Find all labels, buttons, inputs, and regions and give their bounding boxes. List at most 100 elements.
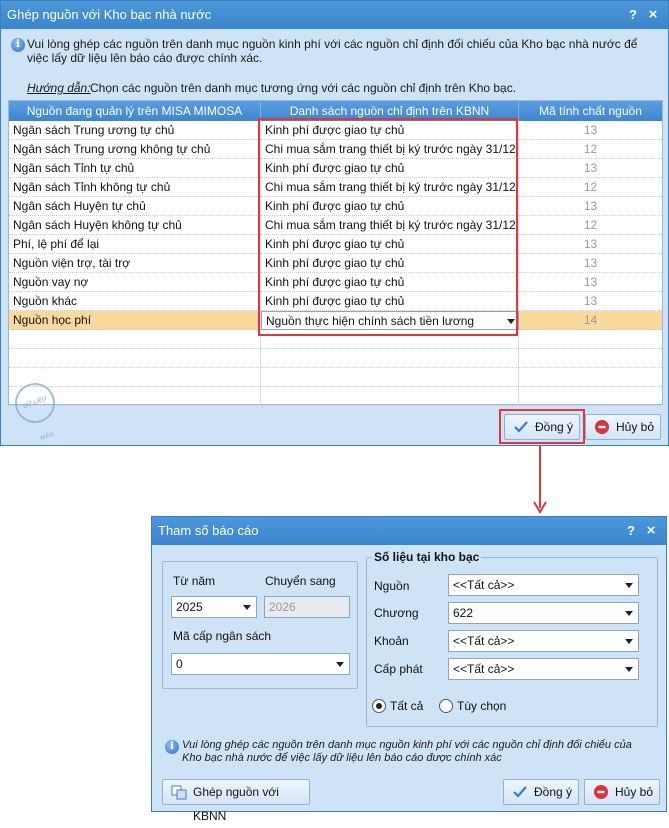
radio-all[interactable] bbox=[372, 699, 386, 713]
carry-over-field: 2026 bbox=[264, 596, 350, 618]
code-cell: 13 bbox=[519, 159, 662, 178]
allocation-label: Cấp phát bbox=[374, 662, 423, 676]
chevron-down-icon[interactable] bbox=[243, 605, 251, 610]
cancel-label: Hủy bỏ bbox=[615, 785, 654, 799]
cancel-button[interactable]: Hủy bỏ bbox=[585, 414, 661, 440]
report-params-dialog: Tham số báo cáo ? × Từ năm Chuyển sang 2… bbox=[151, 516, 667, 823]
dialog2-titlebar: Tham số báo cáo ? × bbox=[152, 517, 666, 545]
match-kbnn-button[interactable]: Ghép nguồn với KBNN bbox=[162, 779, 310, 823]
empty-table-row bbox=[9, 368, 662, 387]
close-icon[interactable]: × bbox=[642, 517, 660, 545]
highlight-box-ok-button bbox=[499, 409, 585, 444]
code-cell: 13 bbox=[519, 235, 662, 254]
source-cell: Ngân sách Huyện tự chủ bbox=[9, 197, 261, 216]
chevron-down-icon[interactable] bbox=[625, 611, 633, 616]
item-label: Khoản bbox=[374, 634, 409, 648]
chapter-value: 622 bbox=[453, 606, 474, 620]
code-cell: 13 bbox=[519, 273, 662, 292]
code-cell: 12 bbox=[519, 140, 662, 159]
empty-cell bbox=[9, 330, 261, 349]
empty-cell bbox=[9, 368, 261, 387]
radio-custom-label: Tùy chọn bbox=[457, 699, 507, 713]
empty-cell bbox=[519, 330, 662, 349]
empty-cell bbox=[261, 387, 519, 406]
info-message: Vui lòng ghép các nguồn trên danh mục ng… bbox=[182, 739, 632, 764]
source-cell: Ngân sách Tỉnh tự chủ bbox=[9, 159, 261, 178]
source-value: <<Tất cả>> bbox=[453, 578, 515, 592]
from-year-value: 2025 bbox=[176, 600, 203, 614]
item-select[interactable]: <<Tất cả>> bbox=[448, 630, 639, 652]
empty-cell bbox=[9, 349, 261, 368]
cancel-button[interactable]: Hủy bỏ bbox=[584, 779, 660, 805]
dialog-titlebar: Ghép nguồn với Kho bạc nhà nước ? × bbox=[1, 1, 668, 29]
radio-custom[interactable] bbox=[439, 699, 453, 713]
item-value: <<Tất cả>> bbox=[453, 634, 515, 648]
code-cell: 13 bbox=[519, 197, 662, 216]
allocation-value: <<Tất cả>> bbox=[453, 662, 515, 676]
chapter-label: Chương bbox=[374, 606, 419, 620]
source-cell: Nguồn học phí bbox=[9, 311, 261, 330]
from-year-select[interactable]: 2025 bbox=[171, 596, 257, 618]
code-cell: 12 bbox=[519, 178, 662, 197]
cancel-icon bbox=[595, 420, 609, 434]
chevron-down-icon[interactable] bbox=[625, 667, 633, 672]
source-select[interactable]: <<Tất cả>> bbox=[448, 574, 639, 596]
highlight-box-kbnn-column bbox=[258, 118, 518, 336]
source-cell: Ngân sách Huyện không tự chủ bbox=[9, 216, 261, 235]
chapter-select[interactable]: 622 bbox=[448, 602, 639, 624]
empty-cell bbox=[261, 349, 519, 368]
code-cell: 13 bbox=[519, 292, 662, 311]
source-cell: Nguồn khác bbox=[9, 292, 261, 311]
source-cell: Nguồn vay nợ bbox=[9, 273, 261, 292]
close-icon[interactable]: × bbox=[644, 1, 662, 29]
chevron-down-icon[interactable] bbox=[336, 662, 344, 667]
info-icon: i bbox=[11, 38, 25, 52]
flow-arrow bbox=[533, 446, 547, 514]
ok-label: Đồng ý bbox=[534, 785, 573, 799]
from-year-label: Từ năm bbox=[173, 574, 216, 588]
source-cell: Ngân sách Trung ương không tự chủ bbox=[9, 140, 261, 159]
source-cell: Nguồn viện trợ, tài trợ bbox=[9, 254, 261, 273]
cancel-label: Hủy bỏ bbox=[616, 420, 655, 434]
checkmark-icon bbox=[513, 786, 527, 798]
budget-level-select[interactable]: 0 bbox=[171, 653, 350, 675]
empty-cell bbox=[261, 368, 519, 387]
empty-table-row bbox=[9, 349, 662, 368]
dialog2-title: Tham số báo cáo bbox=[158, 523, 259, 538]
empty-table-row bbox=[9, 387, 662, 406]
code-cell: 12 bbox=[519, 216, 662, 235]
help-icon[interactable]: ? bbox=[624, 1, 642, 29]
budget-level-label: Mã cấp ngân sách bbox=[173, 629, 272, 643]
match-kbnn-label: Ghép nguồn với KBNN bbox=[193, 785, 279, 823]
budget-level-value: 0 bbox=[176, 657, 183, 671]
guide-text: Chọn các nguồn trên danh mục tương ứng v… bbox=[90, 81, 517, 95]
source-cell: Phí, lệ phí để lại bbox=[9, 235, 261, 254]
empty-cell bbox=[519, 368, 662, 387]
chevron-down-icon[interactable] bbox=[625, 583, 633, 588]
info-icon: i bbox=[165, 740, 179, 754]
column-header-source[interactable]: Nguồn đang quản lý trên MISA MIMOSA bbox=[9, 101, 261, 121]
source-cell: Ngân sách Tỉnh không tự chủ bbox=[9, 178, 261, 197]
ok-button[interactable]: Đồng ý bbox=[503, 779, 579, 805]
empty-cell bbox=[519, 349, 662, 368]
dialog-title: Ghép nguồn với Kho bạc nhà nước bbox=[7, 7, 212, 22]
radio-all-label: Tất cả bbox=[390, 699, 424, 713]
cancel-icon bbox=[594, 785, 608, 799]
chevron-down-icon[interactable] bbox=[625, 639, 633, 644]
column-header-code[interactable]: Mã tính chất nguồn bbox=[519, 101, 662, 121]
code-cell: 13 bbox=[519, 254, 662, 273]
source-cell: Ngân sách Trung ương tự chủ bbox=[9, 121, 261, 140]
guide-label: Hướng dẫn: bbox=[27, 81, 91, 95]
treasury-group-title: Số liệu tại kho bạc bbox=[372, 550, 482, 564]
allocation-select[interactable]: <<Tất cả>> bbox=[448, 658, 639, 680]
carry-over-label: Chuyển sang bbox=[265, 574, 336, 588]
carry-over-value: 2026 bbox=[269, 600, 296, 614]
grid-link-icon bbox=[171, 785, 187, 800]
source-label: Nguồn bbox=[374, 579, 410, 593]
empty-cell bbox=[519, 387, 662, 406]
help-icon[interactable]: ? bbox=[622, 517, 640, 545]
match-source-dialog: Ghép nguồn với Kho bạc nhà nước ? × i Vu… bbox=[0, 0, 669, 446]
code-cell: 14 bbox=[519, 311, 662, 330]
code-cell: 13 bbox=[519, 121, 662, 140]
info-message: Vui lòng ghép các nguồn trên danh mục ng… bbox=[27, 37, 638, 65]
